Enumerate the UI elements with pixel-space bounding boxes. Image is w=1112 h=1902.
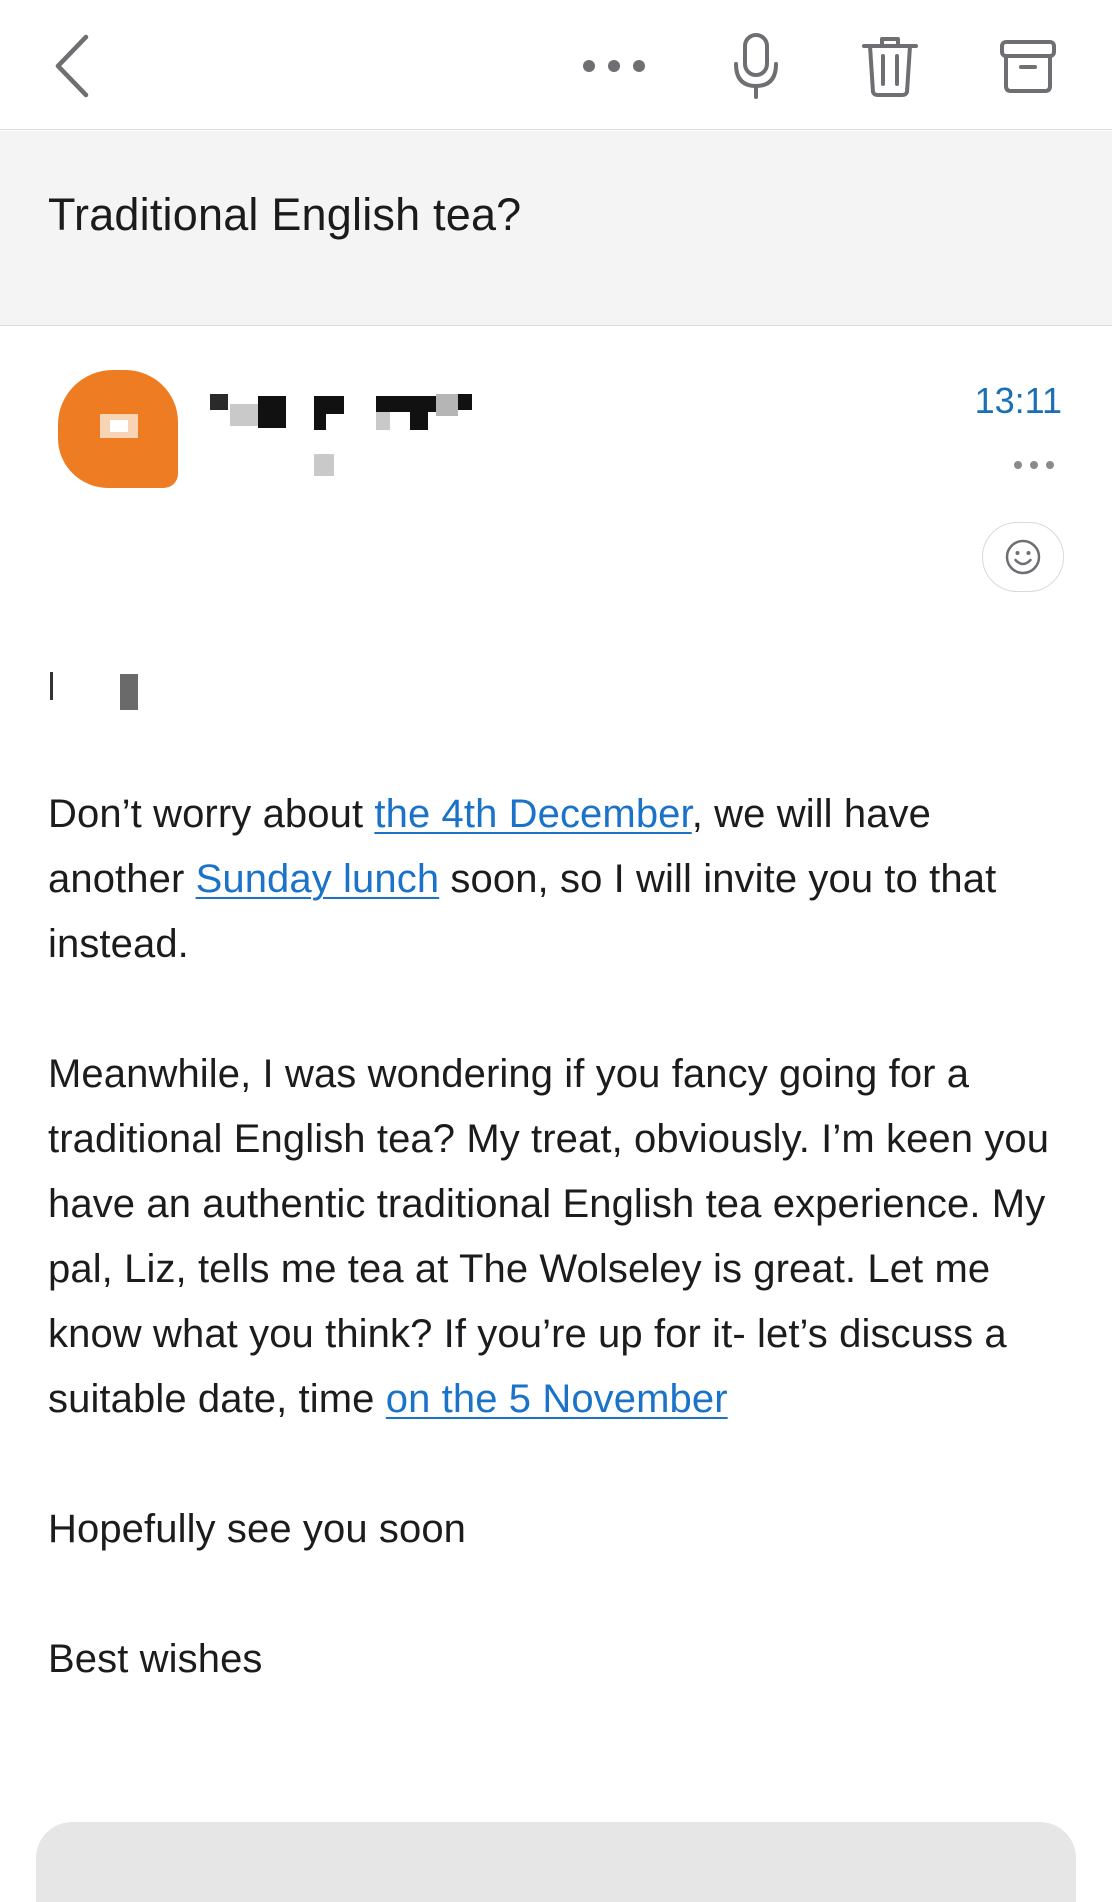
more-options-icon <box>583 60 645 72</box>
subject-bar: Traditional English tea? <box>0 131 1112 326</box>
smiley-icon <box>1005 539 1041 575</box>
greeting-redacted <box>48 666 168 716</box>
microphone-icon <box>734 33 778 99</box>
date-link-4th-december[interactable]: the 4th December <box>374 792 691 836</box>
body-paragraph-3: Hopefully see you soon <box>48 1507 467 1551</box>
body-sign-off: Best wishes <box>48 1637 263 1681</box>
toolbar <box>0 0 1112 130</box>
reply-bar[interactable] <box>36 1822 1076 1902</box>
trash-icon <box>862 37 918 97</box>
email-time: 13:11 <box>974 380 1062 421</box>
back-button[interactable] <box>34 28 110 104</box>
event-link-sunday-lunch[interactable]: Sunday lunch <box>196 857 440 901</box>
text-segment: Meanwhile, I was wondering if you fancy … <box>48 1052 1050 1421</box>
delete-button[interactable] <box>852 28 928 104</box>
more-options-button[interactable] <box>576 28 652 104</box>
email-body: Don’t worry about the 4th December, we w… <box>48 782 1078 1757</box>
dictate-button[interactable] <box>718 28 794 104</box>
text-segment: Don’t worry about <box>48 792 375 836</box>
email-subject: Traditional English tea? <box>48 189 522 240</box>
more-horizontal-icon <box>1014 461 1054 469</box>
message-more-button[interactable] <box>1004 450 1064 480</box>
date-link-5-november[interactable]: on the 5 November <box>386 1377 728 1421</box>
archive-icon <box>1000 40 1056 93</box>
archive-button[interactable] <box>990 28 1066 104</box>
back-chevron-icon <box>55 34 89 98</box>
add-reaction-button[interactable] <box>982 522 1064 592</box>
body-paragraph-1: Don’t worry about the 4th December, we w… <box>48 782 1078 977</box>
sender-avatar[interactable] <box>58 370 178 488</box>
sender-name[interactable] <box>210 384 480 476</box>
body-paragraph-2: Meanwhile, I was wondering if you fancy … <box>48 1042 1078 1432</box>
